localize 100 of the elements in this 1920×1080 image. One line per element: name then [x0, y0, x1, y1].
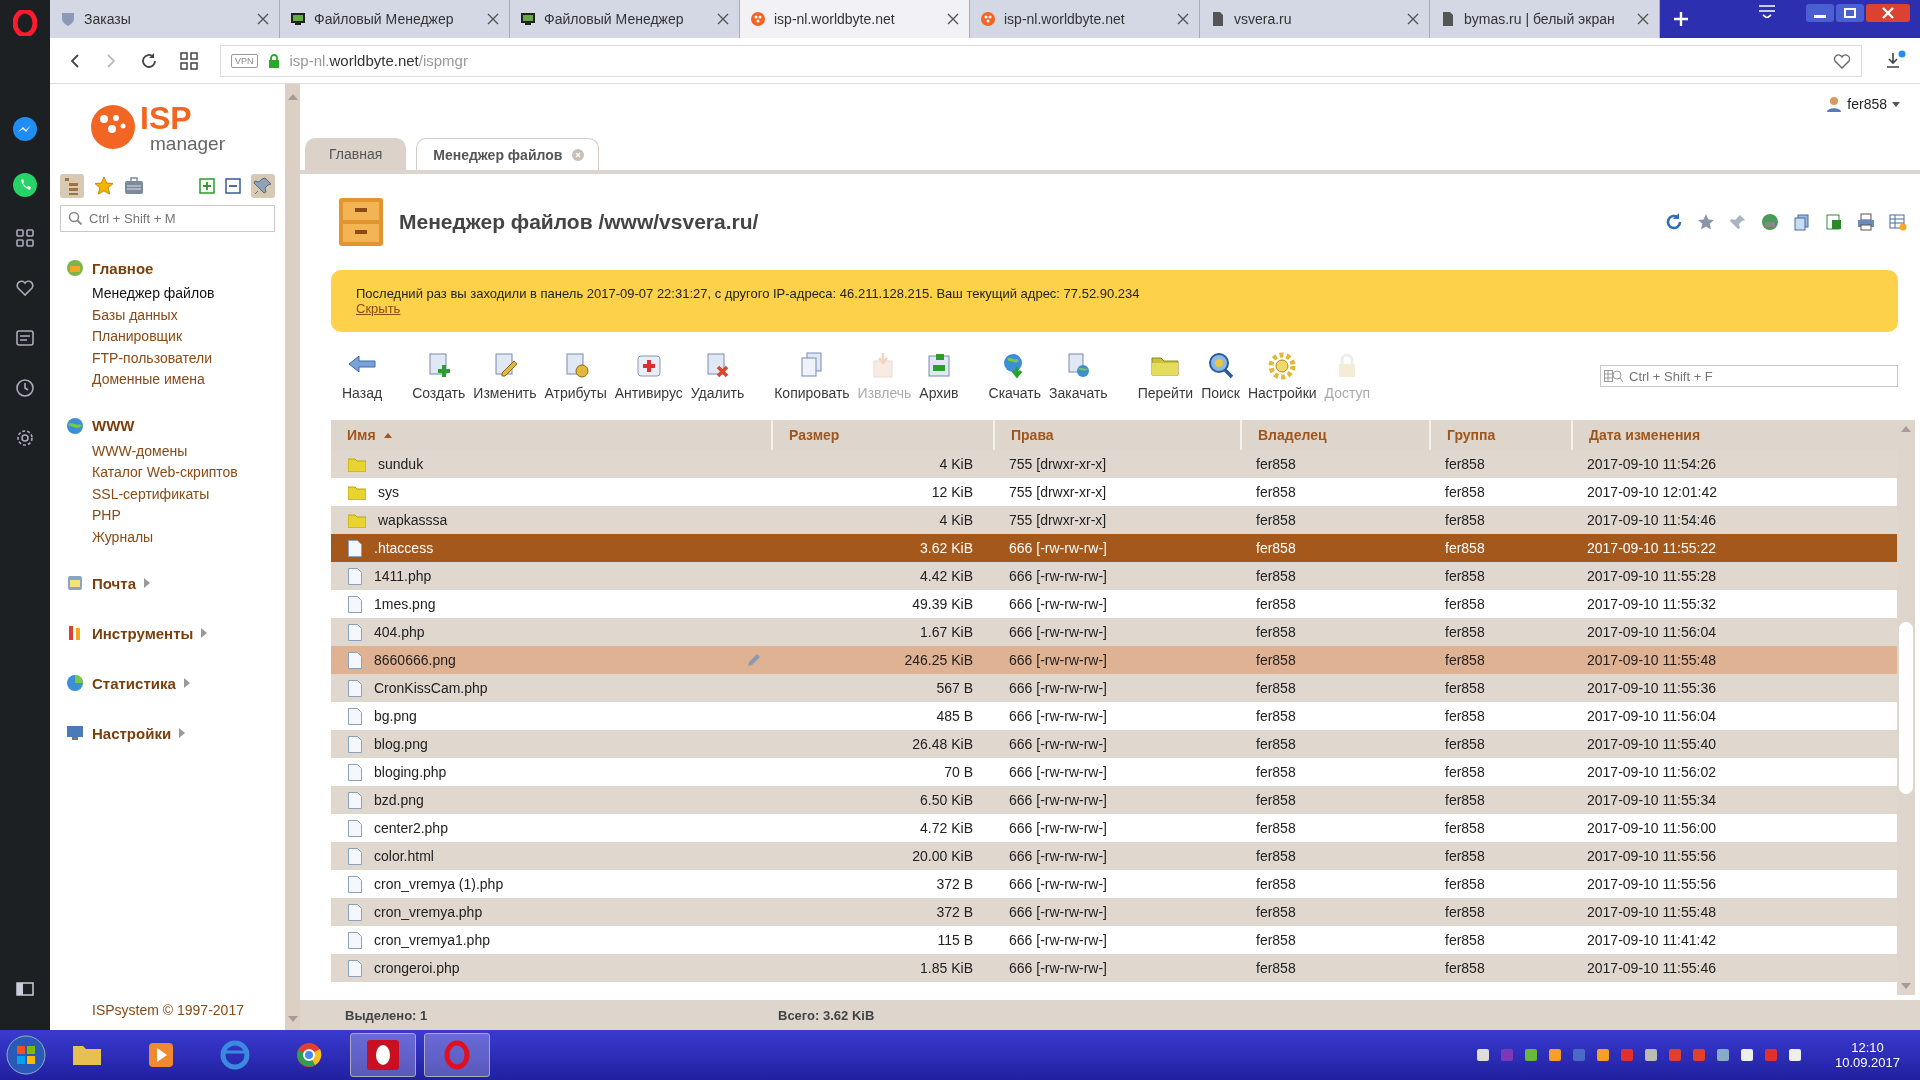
menu-item[interactable]: Планировщик: [66, 326, 275, 348]
browser-tab[interactable]: Файловый Менеджер: [280, 0, 510, 38]
user-menu[interactable]: fer858: [1826, 96, 1900, 112]
back-icon[interactable]: [68, 52, 82, 69]
tree-icon[interactable]: [60, 174, 84, 198]
close-icon[interactable]: [717, 13, 729, 25]
scroll-thumb[interactable]: [1899, 621, 1913, 794]
address-field[interactable]: VPN isp-nl.worldbyte.net/ispmgr: [220, 44, 1862, 77]
spreadsheet-icon[interactable]: [1825, 213, 1843, 231]
table-row[interactable]: blog.png 26.48 KiB 666 [-rw-rw-rw-] fer858 fer858 2017-09-10 11:55:40: [331, 730, 1897, 758]
toolbar-button[interactable]: Настройки: [1246, 351, 1318, 401]
new-tab-icon[interactable]: [1674, 12, 1688, 26]
star-icon[interactable]: [1697, 213, 1715, 231]
menu-item[interactable]: Доменные имена: [66, 369, 275, 391]
grid-icon[interactable]: [15, 228, 35, 248]
toolbar-button[interactable]: Антивирус: [613, 351, 684, 401]
messenger-icon[interactable]: [12, 116, 38, 142]
close-icon[interactable]: [1177, 13, 1189, 25]
close-icon[interactable]: [487, 13, 499, 25]
star-icon[interactable]: [94, 176, 114, 196]
menu-item[interactable]: SSL-сертификаты: [66, 483, 275, 505]
toolbar-button[interactable]: Удалить: [689, 351, 746, 401]
table-row[interactable]: CronKissCam.php 567 B 666 [-rw-rw-rw-] fer858 fer858 2017-09-10 11:55:36: [331, 674, 1897, 702]
menu-item[interactable]: Базы данных: [66, 304, 275, 326]
table-row[interactable]: crongeroi.php 1.85 KiB 666 [-rw-rw-rw-] fer858 fer858 2017-09-10 11:55:46: [331, 954, 1897, 982]
heart-icon[interactable]: [1833, 52, 1851, 69]
menu-item[interactable]: Менеджер файлов: [66, 283, 275, 305]
menu-group[interactable]: Почта: [66, 574, 275, 592]
app-tab[interactable]: Менеджер файлов: [416, 138, 600, 170]
table-row[interactable]: 1411.php 4.42 KiB 666 [-rw-rw-rw-] fer858 fer858 2017-09-10 11:55:28: [331, 562, 1897, 590]
expand-icon[interactable]: [199, 178, 215, 194]
toolbar-button[interactable]: Скачать: [987, 351, 1043, 401]
table-row[interactable]: color.html 20.00 KiB 666 [-rw-rw-rw-] fer858 fer858 2017-09-10 11:55:56: [331, 842, 1897, 870]
heart-icon[interactable]: [15, 278, 35, 298]
table-row[interactable]: cron_vremya.php 372 B 666 [-rw-rw-rw-] fer858 fer858 2017-09-10 11:55:48: [331, 898, 1897, 926]
app-tab[interactable]: Главная: [305, 138, 407, 170]
menu-item[interactable]: WWW-домены: [66, 440, 275, 462]
browser-tab[interactable]: bymas.ru | белый экран: [1430, 0, 1660, 38]
browser-tab[interactable]: isp-nl.worldbyte.net: [740, 0, 970, 38]
tab-menu-icon[interactable]: [1758, 4, 1776, 18]
table-row[interactable]: wapkasssa 4 KiB 755 [drwxr-xr-x] fer858 fer858 2017-09-10 11:54:46: [331, 506, 1897, 534]
close-icon[interactable]: [947, 13, 959, 25]
news-icon[interactable]: [15, 328, 35, 348]
sidebar-toggle-icon[interactable]: [16, 982, 34, 996]
menu-group[interactable]: Статистика: [66, 674, 275, 692]
start-icon[interactable]: [6, 1035, 46, 1075]
toolbar-button[interactable]: Назад: [341, 351, 384, 401]
hide-link[interactable]: Скрыть: [356, 301, 401, 316]
copy-icon[interactable]: [1793, 213, 1811, 231]
toolbar-button[interactable]: Изменить: [472, 351, 538, 401]
pin-icon[interactable]: [251, 174, 275, 198]
column-header[interactable]: Имя: [331, 420, 771, 450]
clock-icon[interactable]: [15, 378, 35, 398]
scrollbar[interactable]: [285, 84, 300, 1030]
close-icon[interactable]: [1866, 4, 1910, 22]
scrollbar[interactable]: [1897, 420, 1915, 995]
menu-group[interactable]: WWW: [66, 416, 275, 435]
browser-tab[interactable]: Файловый Менеджер: [510, 0, 740, 38]
settings-icon[interactable]: [15, 428, 35, 448]
menu-item[interactable]: FTP-пользователи: [66, 347, 275, 369]
search-field[interactable]: Ctrl + Shift + M: [60, 205, 275, 232]
tabs-grid-icon[interactable]: [180, 51, 198, 70]
menu-item[interactable]: PHP: [66, 505, 275, 527]
toolbar-button[interactable]: Атрибуты: [543, 351, 608, 401]
close-icon[interactable]: [1637, 13, 1649, 25]
restore-icon[interactable]: [1836, 4, 1864, 22]
toolbar-button[interactable]: Копировать: [773, 351, 851, 401]
globe-icon[interactable]: [1761, 213, 1779, 231]
menu-group[interactable]: Главное: [66, 259, 275, 277]
vpn-badge[interactable]: VPN: [231, 53, 258, 68]
toolbar-button[interactable]: Архив: [918, 351, 960, 401]
menu-group[interactable]: Настройки: [66, 724, 275, 742]
toolbar-button[interactable]: Закачать: [1048, 351, 1109, 401]
browser-tab[interactable]: isp-nl.worldbyte.net: [970, 0, 1200, 38]
table-row[interactable]: bzd.png 6.50 KiB 666 [-rw-rw-rw-] fer858 fer858 2017-09-10 11:55:34: [331, 786, 1897, 814]
browser-tab[interactable]: Заказы: [50, 0, 280, 38]
opera-logo-icon[interactable]: [13, 10, 37, 36]
reload-icon[interactable]: [140, 51, 158, 70]
toolbar-button[interactable]: Создать: [411, 351, 467, 401]
table-row[interactable]: 404.php 1.67 KiB 666 [-rw-rw-rw-] fer858 fer858 2017-09-10 11:56:04: [331, 618, 1897, 646]
table-row[interactable]: sunduk 4 KiB 755 [drwxr-xr-x] fer858 fer858 2017-09-10 11:54:26: [331, 450, 1897, 478]
browser-tab[interactable]: vsvera.ru: [1200, 0, 1430, 38]
search-field[interactable]: Ctrl + Shift + F: [1600, 365, 1898, 387]
refresh-icon[interactable]: [1665, 213, 1683, 231]
taskbar-button[interactable]: [350, 1033, 416, 1077]
minimize-icon[interactable]: [1806, 4, 1834, 22]
toolbar-button[interactable]: Поиск: [1200, 351, 1241, 401]
chat-icon[interactable]: [12, 172, 38, 198]
toolbar-button[interactable]: Перейти: [1136, 351, 1195, 401]
menu-group[interactable]: Инструменты: [66, 624, 275, 642]
clock[interactable]: 12:10 10.09.2017: [1810, 1040, 1914, 1070]
table-row[interactable]: .htaccess 3.62 KiB 666 [-rw-rw-rw-] fer858 fer858 2017-09-10 11:55:22: [331, 534, 1897, 562]
menu-item[interactable]: Журналы: [66, 526, 275, 548]
menu-item[interactable]: Каталог Web-скриптов: [66, 462, 275, 484]
close-icon[interactable]: [1407, 13, 1419, 25]
table-settings-icon[interactable]: [1889, 213, 1907, 231]
close-icon[interactable]: [257, 13, 269, 25]
collapse-icon[interactable]: [225, 178, 241, 194]
briefcase-icon[interactable]: [124, 177, 144, 195]
table-row[interactable]: 8660666.png 246.25 KiB 666 [-rw-rw-rw-] fer858 fer858 2017-09-10 11:55:48: [331, 646, 1897, 674]
